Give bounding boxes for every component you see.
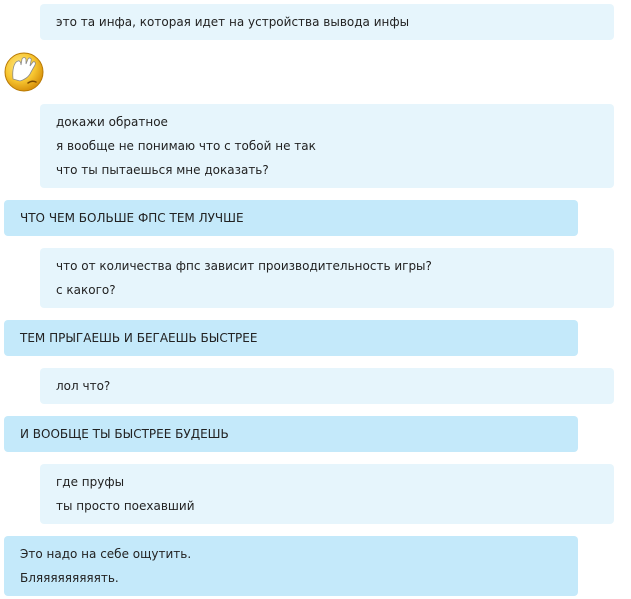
- chat-message: ТЕМ ПРЫГАЕШЬ И БЕГАЕШЬ БЫСТРЕЕ: [4, 320, 578, 356]
- message-text: что от количества фпс зависит производит…: [56, 259, 432, 273]
- facepalm-emoticon: [4, 52, 44, 92]
- message-text: Бляяяяяяяяять.: [20, 571, 119, 585]
- chat-message: Это надо на себе ощутить. Бляяяяяяяяять.: [4, 536, 578, 596]
- message-text: Это надо на себе ощутить.: [20, 547, 192, 561]
- message-text: ты просто поехавший: [56, 499, 195, 513]
- chat-message: лол что?: [40, 368, 614, 404]
- chat-message: где пруфы ты просто поехавший: [40, 464, 614, 524]
- chat-message: это та инфа, которая идет на устройства …: [40, 4, 614, 40]
- chat-message: что от количества фпс зависит производит…: [40, 248, 614, 308]
- chat-message: ЧТО ЧЕМ БОЛЬШЕ ФПС ТЕМ ЛУЧШЕ: [4, 200, 578, 236]
- message-text: я вообще не понимаю что с тобой не так: [56, 139, 316, 153]
- message-text: что ты пытаешься мне доказать?: [56, 163, 269, 177]
- message-text: докажи обратное: [56, 115, 168, 129]
- message-text: ЧТО ЧЕМ БОЛЬШЕ ФПС ТЕМ ЛУЧШЕ: [20, 211, 244, 225]
- message-text: это та инфа, которая идет на устройства …: [56, 15, 410, 29]
- message-text: ТЕМ ПРЫГАЕШЬ И БЕГАЕШЬ БЫСТРЕЕ: [20, 331, 258, 345]
- chat-message: докажи обратное я вообще не понимаю что …: [40, 104, 614, 188]
- chat-message: И ВООБЩЕ ТЫ БЫСТРЕЕ БУДЕШЬ: [4, 416, 578, 452]
- message-text: лол что?: [56, 379, 111, 393]
- message-text: И ВООБЩЕ ТЫ БЫСТРЕЕ БУДЕШЬ: [20, 427, 229, 441]
- message-text: где пруфы: [56, 475, 125, 489]
- message-text: с какого?: [56, 283, 116, 297]
